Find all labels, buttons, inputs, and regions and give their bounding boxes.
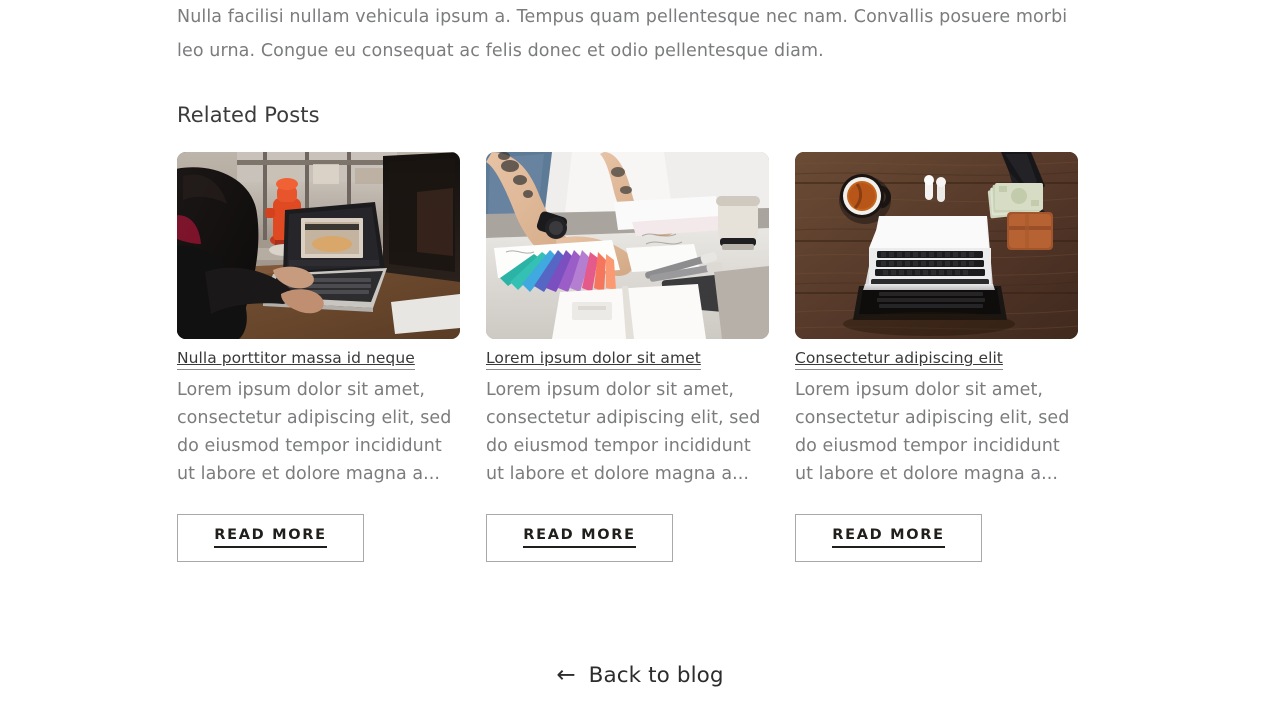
related-posts-grid: Nulla porttitor massa id neque Lorem ips… bbox=[177, 152, 1078, 562]
closing-paragraph: Nulla facilisi nullam vehicula ipsum a. … bbox=[177, 7, 1068, 61]
read-more-button-2[interactable]: READ MORE bbox=[486, 514, 673, 562]
post-title-link-3[interactable]: Consectetur adipiscing elit bbox=[795, 350, 1003, 370]
related-posts-heading: Related Posts bbox=[177, 103, 320, 127]
related-post-card: Nulla porttitor massa id neque Lorem ips… bbox=[177, 152, 460, 562]
post-title-link-2[interactable]: Lorem ipsum dolor sit amet bbox=[486, 350, 701, 370]
woman-editing-video-on-laptop-by-window-image bbox=[177, 152, 460, 339]
post-title-link-1[interactable]: Nulla porttitor massa id neque bbox=[177, 350, 415, 370]
post-thumbnail-3[interactable] bbox=[795, 152, 1078, 339]
back-to-blog-label: Back to blog bbox=[588, 663, 724, 688]
post-excerpt-3: Lorem ipsum dolor sit amet, consectetur … bbox=[795, 380, 1070, 484]
designer-hands-with-color-swatches-and-markers-image bbox=[486, 152, 769, 339]
laptop-tea-cash-wallet-on-wooden-desk-flatlay-image bbox=[795, 152, 1078, 339]
post-thumbnail-2[interactable] bbox=[486, 152, 769, 339]
post-excerpt-1: Lorem ipsum dolor sit amet, consectetur … bbox=[177, 380, 452, 484]
post-thumbnail-1[interactable] bbox=[177, 152, 460, 339]
related-post-card: Lorem ipsum dolor sit amet Lorem ipsum d… bbox=[486, 152, 769, 562]
read-more-label: READ MORE bbox=[832, 528, 945, 548]
read-more-label: READ MORE bbox=[214, 528, 327, 548]
read-more-label: READ MORE bbox=[523, 528, 636, 548]
back-to-blog-link[interactable]: ← Back to blog bbox=[0, 663, 1280, 688]
related-posts-page: Nulla facilisi nullam vehicula ipsum a. … bbox=[0, 0, 1280, 720]
read-more-button-3[interactable]: READ MORE bbox=[795, 514, 982, 562]
related-post-card: Consectetur adipiscing elit Lorem ipsum … bbox=[795, 152, 1078, 562]
arrow-left-icon: ← bbox=[556, 662, 576, 688]
post-excerpt-2: Lorem ipsum dolor sit amet, consectetur … bbox=[486, 380, 761, 484]
content-column: Nulla facilisi nullam vehicula ipsum a. … bbox=[177, 0, 1078, 562]
read-more-button-1[interactable]: READ MORE bbox=[177, 514, 364, 562]
